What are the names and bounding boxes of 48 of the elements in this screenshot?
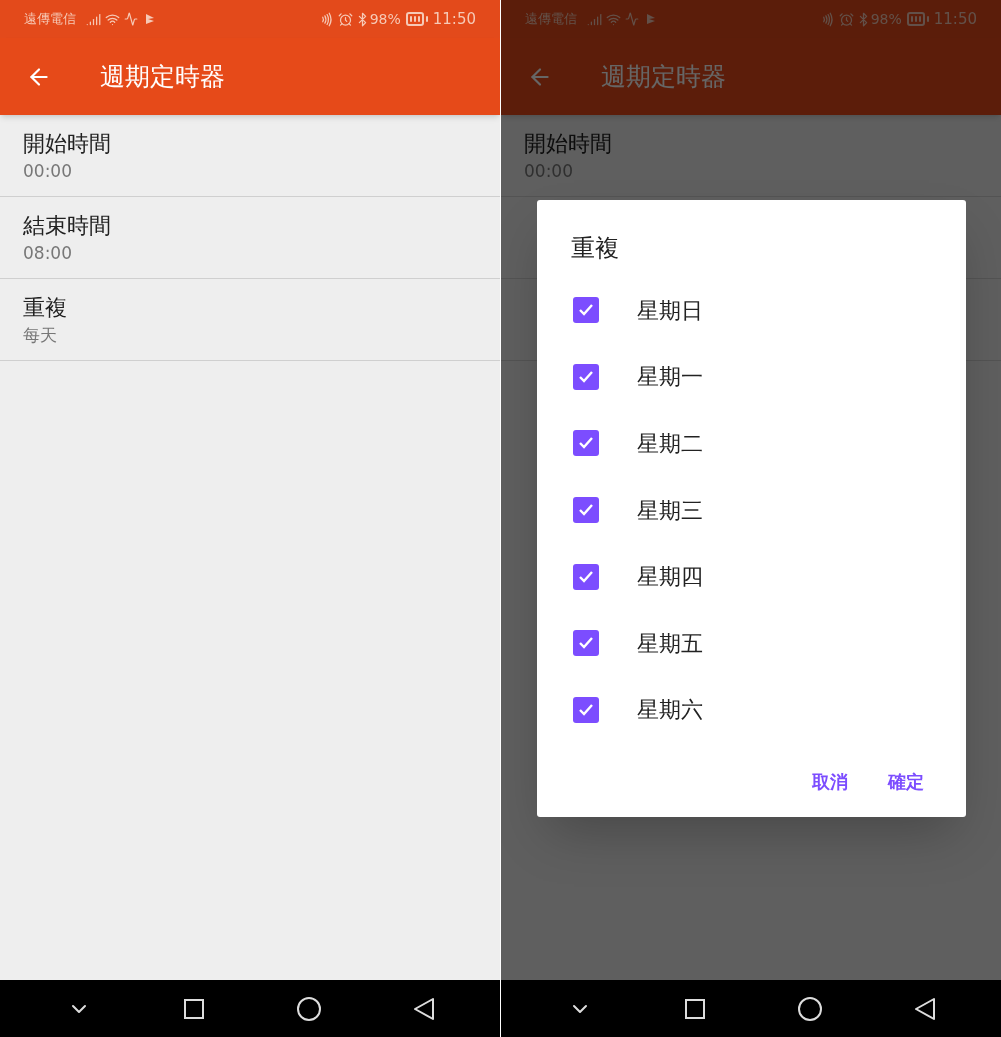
- back-icon[interactable]: [914, 997, 935, 1020]
- alarm-icon: [337, 11, 353, 27]
- battery-percent: 98%: [870, 9, 902, 29]
- setting-value: 00:00: [23, 159, 73, 183]
- setting-row[interactable]: 結束時間 08:00: [0, 197, 500, 279]
- day-label: 星期一: [637, 363, 703, 392]
- setting-title: 開始時間: [23, 129, 112, 158]
- checkbox[interactable]: [573, 630, 599, 657]
- checkbox[interactable]: [573, 563, 599, 590]
- day-label: 星期三: [637, 496, 703, 525]
- setting-row[interactable]: 重複 每天: [0, 279, 500, 361]
- app-bar-title: 週期定時器: [100, 60, 225, 93]
- back-icon[interactable]: [413, 997, 434, 1020]
- activity-icon: [124, 12, 138, 26]
- setting-row[interactable]: 開始時間 00:00: [0, 115, 500, 197]
- day-label: 星期四: [637, 563, 703, 592]
- dialog-title: 重複: [571, 233, 620, 264]
- day-label: 星期六: [637, 696, 703, 725]
- day-label: 星期二: [637, 430, 703, 458]
- setting-title: 結束時間: [23, 211, 112, 240]
- dialog-button[interactable]: 取消: [812, 768, 848, 796]
- alarm-icon: [838, 11, 854, 27]
- signal-icon: [587, 11, 602, 27]
- clock-time: 11:50: [933, 8, 977, 30]
- clock-time: 11:50: [432, 8, 476, 30]
- checkbox[interactable]: [573, 430, 599, 457]
- day-label: 星期日: [637, 296, 703, 325]
- app-bar-title: 週期定時器: [601, 60, 726, 93]
- checkbox[interactable]: [573, 363, 599, 390]
- setting-title: 重複: [23, 293, 68, 322]
- battery-percent: 98%: [369, 9, 401, 29]
- carrier-name: 遠傳電信: [24, 10, 76, 29]
- checkbox[interactable]: [573, 297, 599, 324]
- signal-icon: [86, 11, 101, 27]
- day-label: 星期五: [637, 629, 703, 658]
- activity-icon: [625, 12, 639, 26]
- recents-icon[interactable]: [684, 998, 705, 1019]
- checkbox[interactable]: [573, 497, 599, 524]
- home-icon[interactable]: [797, 996, 822, 1021]
- setting-value: 08:00: [23, 241, 73, 265]
- home-icon[interactable]: [296, 996, 321, 1021]
- setting-title: 開始時間: [524, 129, 613, 158]
- dialog-button[interactable]: 確定: [888, 768, 924, 796]
- wifi-icon: [606, 11, 621, 27]
- setting-value: 每天: [23, 323, 58, 347]
- checkbox[interactable]: [573, 696, 599, 723]
- wifi-icon: [105, 11, 120, 27]
- recents-icon[interactable]: [183, 998, 204, 1019]
